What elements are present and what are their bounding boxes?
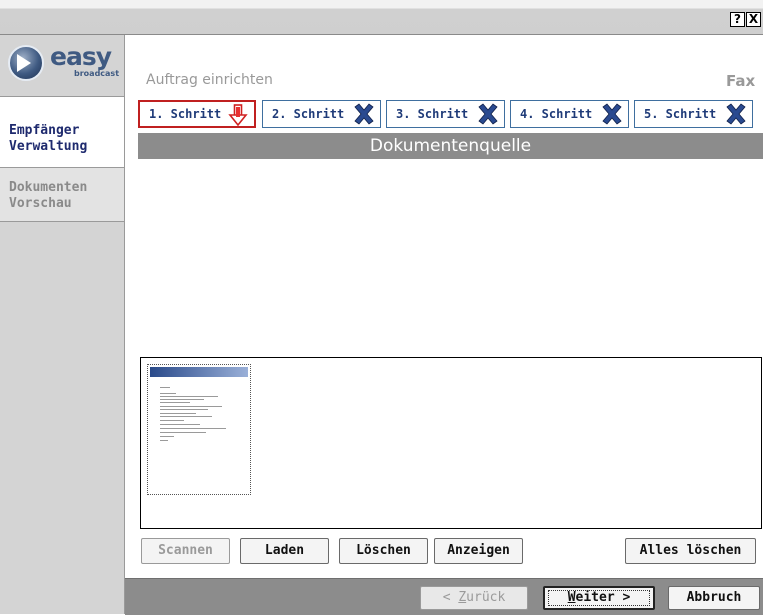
back-button[interactable]: < Zurück <box>420 586 528 610</box>
focus-ring <box>548 590 650 606</box>
cancel-button[interactable]: Abbruch <box>668 586 760 610</box>
sidebar-item-dokumenten-vorschau[interactable]: Dokumenten Vorschau <box>0 168 124 222</box>
page-subtitle: Auftrag einrichten <box>146 72 273 88</box>
step-label: 5. Schritt <box>644 107 717 121</box>
view-button[interactable]: Anzeigen <box>434 538 523 564</box>
thumbnail-header-bar <box>150 367 248 377</box>
step-label: 1. Schritt <box>149 107 222 121</box>
sidebar-item-empfaenger-verwaltung[interactable]: Empfänger Verwaltung <box>0 96 124 168</box>
scan-button[interactable]: Scannen <box>141 538 230 564</box>
section-title: Dokumentenquelle <box>138 133 763 159</box>
close-button[interactable]: X <box>746 12 761 27</box>
load-button[interactable]: Laden <box>240 538 329 564</box>
step-label: 4. Schritt <box>520 107 593 121</box>
sidebar-item-label: Dokumenten <box>9 180 88 195</box>
sidebar-item-label: Vorschau <box>9 196 72 211</box>
document-thumbnail[interactable] <box>147 364 251 495</box>
fax-label: Fax <box>726 72 756 90</box>
arrow-down-icon <box>228 104 248 127</box>
delete-button[interactable]: Löschen <box>339 538 428 564</box>
title-bar <box>0 0 763 35</box>
back-prefix: < <box>442 590 459 605</box>
tab-step-5[interactable]: 5. Schritt <box>634 100 753 128</box>
x-mark-icon <box>354 103 374 125</box>
tab-step-2[interactable]: 2. Schritt <box>262 100 381 128</box>
help-button[interactable]: ? <box>730 12 745 27</box>
sidebar-item-label: Verwaltung <box>9 139 88 154</box>
step-label: 3. Schritt <box>396 107 469 121</box>
logo-brand-text: easy <box>50 42 112 71</box>
back-accel: Z <box>458 590 467 605</box>
tab-step-1[interactable]: 1. Schritt <box>138 100 256 128</box>
back-rest: urück <box>466 590 506 605</box>
logo-arrow-icon <box>17 54 31 72</box>
delete-all-button[interactable]: Alles löschen <box>625 538 756 564</box>
x-mark-icon <box>602 103 622 125</box>
next-button[interactable]: Weiter > <box>543 586 655 610</box>
logo-sub-text: broadcast <box>74 69 120 78</box>
tab-step-4[interactable]: 4. Schritt <box>510 100 629 128</box>
step-label: 2. Schritt <box>272 107 345 121</box>
x-mark-icon <box>478 103 498 125</box>
tab-step-3[interactable]: 3. Schritt <box>386 100 505 128</box>
sidebar-item-label: Empfänger <box>9 123 80 138</box>
x-mark-icon <box>726 103 746 125</box>
